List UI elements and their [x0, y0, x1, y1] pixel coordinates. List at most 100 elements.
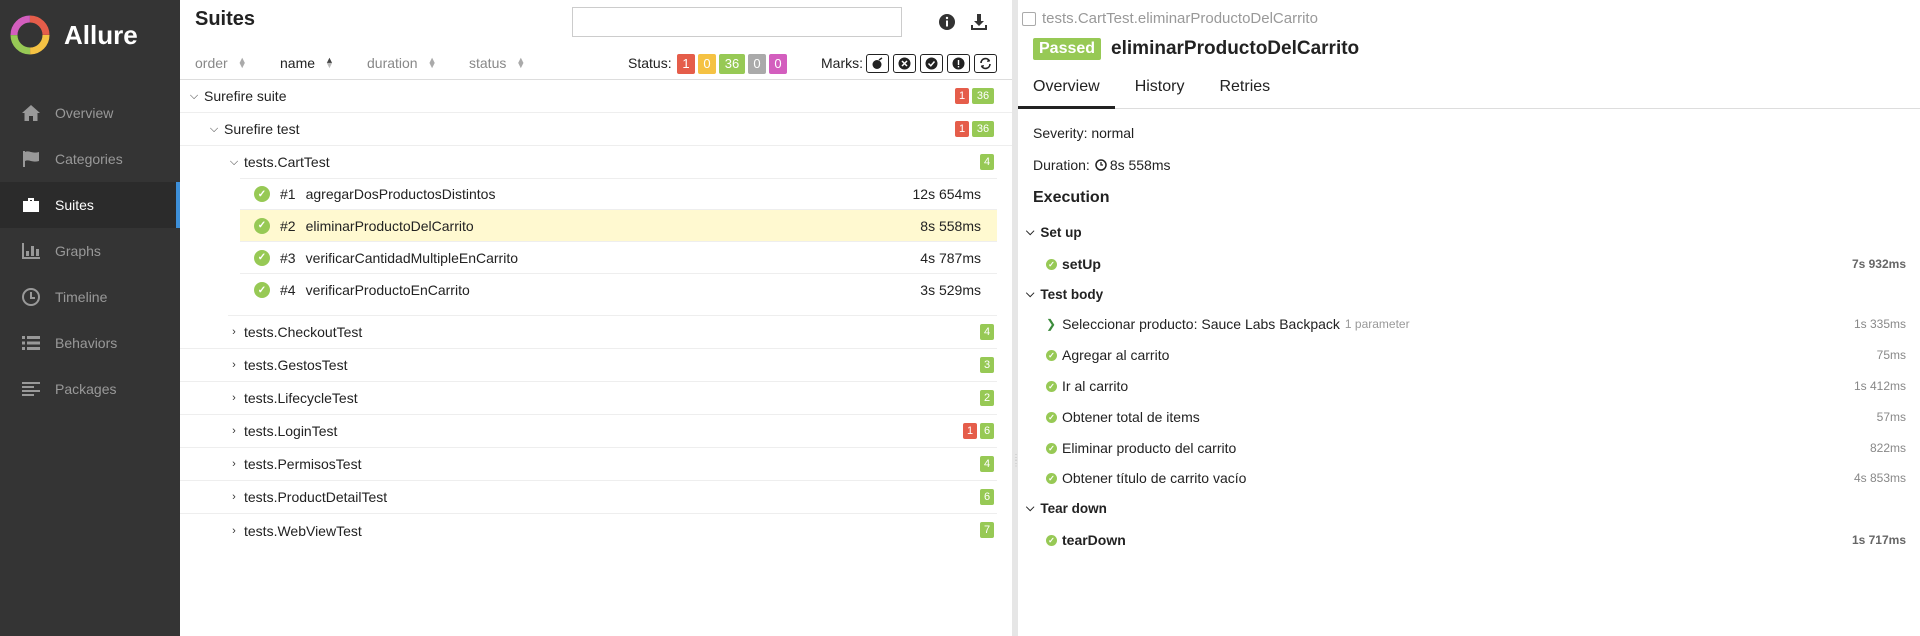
tree-node-class[interactable]: › tests.GestosTest 3: [180, 349, 997, 382]
suites-pane: Suites order ▲ ▼ name ▲ ▼ duration ▲ ▼ status ▲…: [180, 0, 1012, 636]
chevron-right-icon: ›: [232, 425, 236, 437]
chevron-right-icon: ›: [232, 491, 236, 503]
execution-heading: Execution: [1033, 189, 1110, 206]
status-failed-toggle[interactable]: 1: [677, 54, 695, 74]
sidebar-item-graphs[interactable]: Graphs: [0, 228, 180, 274]
new-failed-mark-icon[interactable]: [893, 54, 916, 73]
tree-node-label: tests.CheckoutTest: [244, 324, 363, 340]
duration-value: 8s 558ms: [1109, 157, 1171, 173]
test-case-row[interactable]: ✓ #1 agregarDosProductosDistintos 12s 65…: [240, 178, 997, 210]
tab-overview[interactable]: Overview: [1018, 72, 1115, 109]
test-name: eliminarProductoDelCarrito: [305, 217, 474, 234]
tree-node-class[interactable]: › tests.LifecycleTest 2: [180, 382, 997, 415]
passed-check-icon: ✓: [254, 186, 270, 202]
sort-duration-label: duration: [367, 55, 418, 71]
step-name: Ir al carrito: [1062, 378, 1129, 394]
sidebar-item-suites[interactable]: Suites: [0, 182, 180, 228]
sidebar-item-label: Timeline: [55, 289, 108, 305]
sort-status[interactable]: status ▲ ▼: [469, 55, 525, 71]
passed-count-badge: 4: [980, 456, 994, 472]
tree-node-suite[interactable]: ⌵ Surefire suite 1 36: [180, 80, 1012, 113]
sidebar-item-timeline[interactable]: Timeline: [0, 274, 180, 320]
sort-order[interactable]: order ▲ ▼: [195, 55, 247, 71]
test-body-group[interactable]: ⌵ Test body: [1026, 287, 1103, 302]
setup-step[interactable]: ✓ setUp 7s 932ms: [1046, 256, 1906, 272]
status-filter: 1 0 36 0 0: [677, 54, 787, 74]
clock-icon: [1095, 159, 1107, 171]
brand[interactable]: Allure: [0, 0, 180, 70]
sort-duration[interactable]: duration ▲ ▼: [367, 55, 437, 71]
chevron-down-icon: ⌵: [189, 89, 199, 102]
search-input[interactable]: [572, 7, 902, 37]
tree-node-class[interactable]: › tests.PermisosTest 4: [180, 448, 997, 481]
sort-arrows-icon: ▲ ▼: [427, 55, 437, 70]
test-case-row[interactable]: ✓ #3 verificarCantidadMultipleEnCarrito …: [240, 242, 997, 274]
tree-node-class[interactable]: › tests.ProductDetailTest 6: [180, 481, 997, 514]
download-icon[interactable]: [969, 12, 989, 32]
tree-node-class[interactable]: ⌵ tests.CartTest 4: [180, 146, 1012, 178]
test-duration: 3s 529ms: [920, 282, 981, 298]
info-icon[interactable]: [937, 12, 957, 32]
sidebar-item-packages[interactable]: Packages: [0, 366, 180, 412]
setup-group[interactable]: ⌵ Set up: [1026, 225, 1082, 240]
tree-node-test[interactable]: ⌵ Surefire test 1 36: [180, 113, 1012, 146]
step-row[interactable]: ❯ Seleccionar producto: Sauce Labs Backp…: [1046, 316, 1906, 332]
sidebar-item-label: Graphs: [55, 243, 101, 259]
test-case-row-selected[interactable]: ✓ #2 eliminarProductoDelCarrito 8s 558ms: [240, 210, 997, 242]
teardown-group[interactable]: ⌵ Tear down: [1026, 501, 1107, 516]
sidebar-item-behaviors[interactable]: Behaviors: [0, 320, 180, 366]
retries-mark-icon[interactable]: [974, 54, 997, 73]
sidebar-item-label: Overview: [55, 105, 114, 121]
tab-retries[interactable]: Retries: [1204, 72, 1285, 109]
passed-check-icon: ✓: [1046, 349, 1057, 361]
marks-filter-label: Marks:: [821, 55, 863, 71]
tree-node-class[interactable]: › tests.LoginTest 1 6: [180, 415, 997, 448]
passed-check-icon: ✓: [254, 249, 270, 266]
breadcrumb-text: tests.CartTest.eliminarProductoDelCarrit…: [1042, 10, 1318, 27]
passed-check-icon: ✓: [1046, 534, 1057, 546]
test-case-row[interactable]: ✓ #4 verificarProductoEnCarrito 3s 529ms: [240, 274, 997, 306]
sidebar-item-categories[interactable]: Categories: [0, 136, 180, 182]
chevron-down-icon: ⌵: [209, 122, 219, 135]
step-row[interactable]: ✓ Obtener título de carrito vacío 4s 853…: [1046, 470, 1906, 486]
sidebar: Allure Overview Categories Suites Graphs…: [0, 0, 180, 636]
test-name: agregarDosProductosDistintos: [305, 186, 496, 202]
passed-check-icon: ✓: [1046, 442, 1057, 454]
status-skipped-toggle[interactable]: 0: [748, 54, 766, 74]
sort-order-label: order: [195, 55, 228, 71]
sort-name-label: name: [280, 55, 316, 71]
step-duration: 1s 335ms: [1853, 317, 1906, 331]
new-passed-mark-icon[interactable]: [920, 54, 943, 73]
node-counts: 1 6: [963, 423, 994, 439]
step-row[interactable]: ✓ Obtener total de items 57ms: [1046, 409, 1906, 425]
tree-node-class[interactable]: › tests.CheckoutTest 4: [180, 316, 997, 349]
status-broken-toggle[interactable]: 0: [698, 54, 716, 74]
tree-node-class[interactable]: › tests.WebViewTest 7: [180, 514, 997, 547]
suites-tree: ⌵ Surefire suite 1 36 ⌵ Surefire test 1 …: [180, 80, 1012, 547]
passed-count-badge: 4: [980, 154, 994, 170]
tree-node-label: tests.LoginTest: [244, 423, 338, 439]
status-badge: Passed: [1033, 38, 1102, 60]
chevron-right-icon[interactable]: ❯: [1046, 317, 1056, 331]
step-duration: 1s 412ms: [1853, 379, 1906, 393]
status-passed-toggle[interactable]: 36: [719, 54, 745, 74]
flaky-mark-icon[interactable]: [866, 54, 889, 73]
chevron-right-icon: ›: [232, 326, 236, 338]
teardown-step[interactable]: ✓ tearDown 1s 717ms: [1046, 532, 1906, 548]
sidebar-nav: Overview Categories Suites Graphs Timeli…: [0, 90, 180, 412]
new-broken-mark-icon[interactable]: [947, 54, 970, 73]
test-number: #3: [280, 249, 296, 266]
status-unknown-toggle[interactable]: 0: [769, 54, 787, 74]
step-row[interactable]: ✓ Eliminar producto del carrito 822ms: [1046, 440, 1906, 456]
step-row[interactable]: ✓ Agregar al carrito 75ms: [1046, 347, 1906, 363]
status-filter-label: Status:: [628, 55, 672, 71]
tab-history[interactable]: History: [1120, 72, 1200, 109]
sidebar-item-overview[interactable]: Overview: [0, 90, 180, 136]
copy-icon[interactable]: [1022, 11, 1036, 26]
failed-count-badge: 1: [955, 121, 969, 137]
test-number: #1: [280, 186, 296, 202]
test-name: verificarCantidadMultipleEnCarrito: [305, 249, 518, 266]
sort-name[interactable]: name ▲ ▼: [280, 55, 334, 71]
failed-count-badge: 1: [955, 88, 969, 104]
step-row[interactable]: ✓ Ir al carrito 1s 412ms: [1046, 378, 1906, 394]
